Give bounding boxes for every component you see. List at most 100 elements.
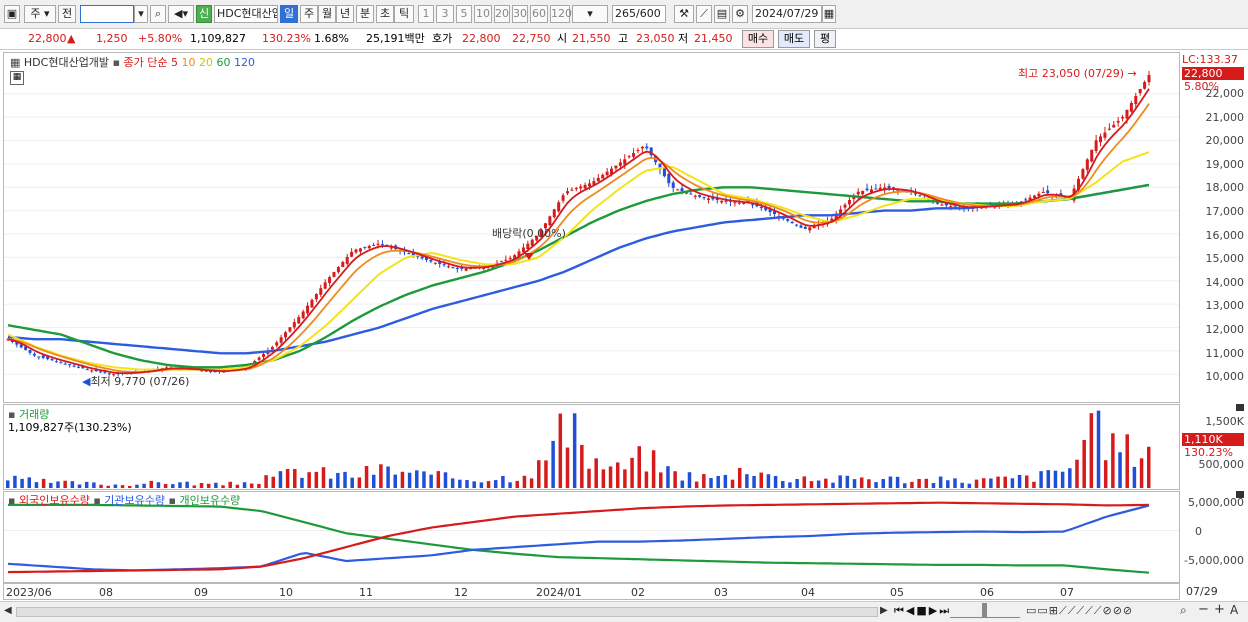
price-y-axis: LC:133.37 22,800 5.80% 22,000 21,000 20,00… — [1180, 52, 1248, 403]
chart-tool-icons[interactable]: ▭▭⊞⟋⟋⟋⟋⟋⊘⊘⊘ — [1026, 604, 1133, 618]
save-icon[interactable]: ▤ — [714, 5, 730, 23]
volume-bar — [996, 476, 1000, 488]
gear-icon[interactable]: ⚙ — [732, 5, 748, 23]
date-field[interactable]: 2024/07/29 — [752, 5, 822, 23]
scroll-left-icon[interactable]: ◀ — [4, 605, 14, 617]
holdings-pane[interactable]: ▪ 외국인보유수량 ▪ 기관보유수량 ▪ 개인보유수량 — [3, 491, 1180, 583]
volume-bar — [400, 471, 405, 488]
x-label-1: 08 — [99, 586, 113, 599]
high-annotation: 최고 23,050 (07/29) → — [1018, 67, 1137, 80]
candle-body — [751, 204, 755, 206]
zoom-search-icon[interactable]: ⌕ — [1180, 603, 1187, 618]
volume-bar — [580, 444, 584, 488]
volume-chart-svg — [6, 410, 1151, 488]
candle-body — [733, 202, 737, 204]
lc-label: LC:133.37 — [1182, 53, 1239, 66]
volume-bar — [766, 474, 771, 488]
calendar-icon[interactable]: ▦ — [822, 5, 836, 23]
volume-ratio: 130.23% — [262, 32, 311, 45]
candle-body — [306, 305, 310, 314]
candle-body — [429, 259, 433, 262]
interval-6[interactable]: 60 — [530, 5, 548, 23]
candle-body — [605, 171, 609, 176]
volume-bar — [307, 472, 311, 488]
prev-button[interactable]: 전 — [58, 5, 76, 23]
interval-7[interactable]: 120 — [550, 5, 572, 23]
institution-legend: 기관보유수량 — [104, 494, 166, 507]
scroll-right-icon[interactable]: ▶ — [880, 605, 888, 616]
font-size-icon[interactable]: A — [1230, 603, 1238, 617]
price-change-pct: +5.80% — [138, 32, 183, 45]
price-y-label-3: 19,000 — [1205, 157, 1245, 171]
candle-body — [689, 193, 693, 195]
volume-pane[interactable]: ▪ 거래량 1,109,827주(130.23%) — [3, 404, 1180, 490]
eval-button[interactable]: 평 — [814, 30, 836, 48]
zoom-out-icon[interactable]: − — [1198, 602, 1209, 617]
candle-body — [1125, 109, 1129, 119]
interval-3[interactable]: 10 — [474, 5, 492, 23]
tab-2[interactable]: 월 — [318, 5, 336, 23]
speaker-icon[interactable]: ◀▾ — [168, 5, 194, 23]
volume-bar — [486, 481, 491, 488]
volume-bar — [41, 478, 46, 488]
volume-bar — [1089, 413, 1094, 488]
candle-body — [455, 268, 459, 270]
volume-bar — [1132, 466, 1137, 488]
bar-count-total: /600 — [636, 7, 661, 20]
playback-controls[interactable]: ⏮◀■▶⏭ — [894, 604, 951, 618]
search-icon[interactable]: ⌕ — [150, 5, 166, 23]
interval-5[interactable]: 30 — [512, 5, 528, 23]
interval-2[interactable]: 5 — [456, 5, 472, 23]
tab-1[interactable]: 주 — [300, 5, 318, 23]
ma5-line — [7, 88, 1150, 375]
candle-body — [521, 247, 525, 253]
volume-bar — [594, 458, 598, 488]
interval-4[interactable]: 20 — [494, 5, 510, 23]
candle-body — [59, 362, 63, 364]
tab-0[interactable]: 일 — [280, 5, 298, 23]
sell-button[interactable]: 매도 — [778, 30, 810, 48]
period-unit-select[interactable]: 주 ▾ — [24, 5, 56, 23]
volume-bar — [795, 478, 799, 488]
bar-count-field[interactable]: 265/600 — [612, 5, 666, 23]
x-label-7: 02 — [631, 586, 645, 599]
tab-3[interactable]: 년 — [336, 5, 354, 23]
interval-1[interactable]: 3 — [436, 5, 454, 23]
volume-bar — [1111, 433, 1115, 488]
pane-close-icon[interactable] — [1236, 404, 1244, 411]
candle-body — [358, 248, 362, 252]
tab-6[interactable]: 틱 — [394, 5, 414, 23]
volume-bar — [687, 472, 692, 488]
tab-4[interactable]: 분 — [356, 5, 374, 23]
stock-code-input[interactable]: 294870 — [80, 5, 134, 23]
interval-dropdown[interactable]: ▾ — [572, 5, 608, 23]
volume-bar — [1118, 452, 1122, 488]
window-menu-icon[interactable]: ▣ — [4, 5, 20, 23]
volume-bar — [1082, 439, 1086, 488]
interval-0[interactable]: 1 — [418, 5, 434, 23]
candle-body — [72, 365, 76, 367]
zoom-in-icon[interactable]: + — [1214, 602, 1225, 617]
buy-button[interactable]: 매수 — [742, 30, 774, 48]
volume-bar — [1075, 459, 1079, 488]
volume-bar — [293, 468, 297, 488]
horizontal-scrollbar[interactable] — [16, 607, 878, 617]
volume-bar — [156, 482, 161, 488]
candle-body — [680, 188, 684, 192]
tools-icon[interactable]: ⚒ — [674, 5, 694, 23]
zoom-slider-thumb[interactable] — [982, 603, 987, 617]
candle-body — [799, 225, 803, 228]
legend-bullet-icon: ▪ — [8, 494, 16, 507]
candle-body — [548, 216, 552, 226]
grid-toggle-icon[interactable]: ▦ — [10, 71, 24, 85]
volume-bar — [558, 413, 563, 488]
price-chart-pane[interactable]: ▦ HDC현대산업개발 ▪ 종가 단순 5 10 20 60 120 ▦ 최고 … — [3, 52, 1180, 403]
code-dropdown-icon[interactable]: ▾ — [134, 5, 148, 23]
legend-bullet-icon: ▪ — [112, 56, 121, 69]
draw-icon[interactable]: ⟋ — [696, 5, 712, 23]
candle-body — [614, 165, 618, 169]
volume-bar — [343, 471, 347, 488]
tab-5[interactable]: 초 — [376, 5, 394, 23]
candle-body — [706, 198, 710, 201]
volume-bar — [1060, 471, 1065, 488]
